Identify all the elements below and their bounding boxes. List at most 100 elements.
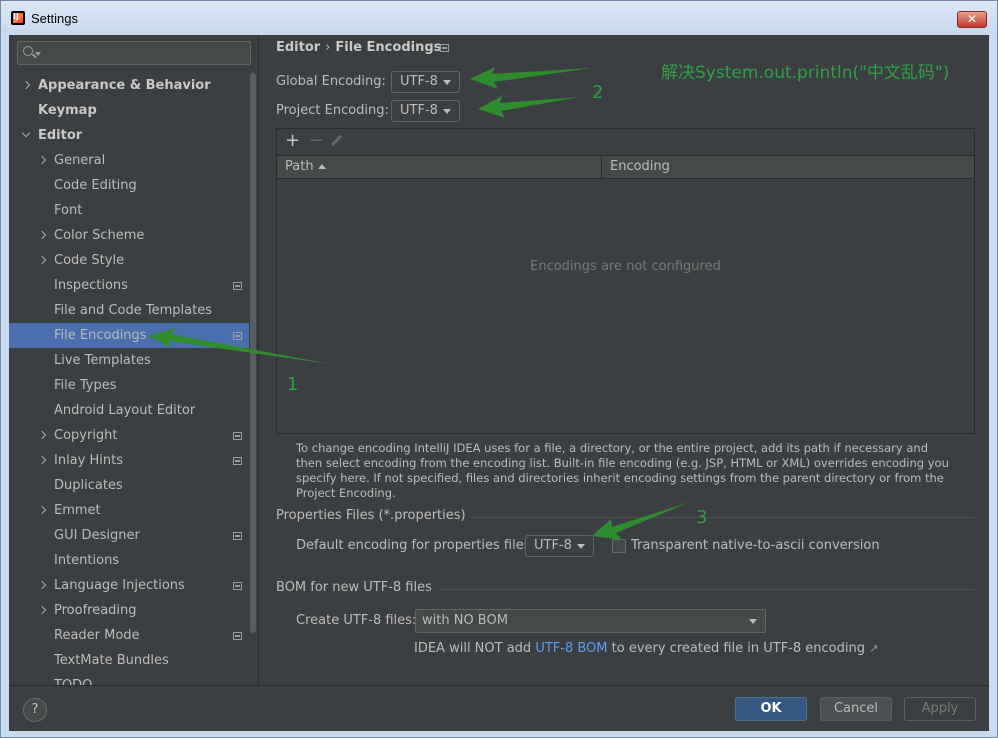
sidebar-item-label: Font — [54, 203, 83, 218]
column-header-path[interactable]: Path — [285, 156, 314, 178]
sidebar-item-general[interactable]: General — [9, 148, 249, 173]
sidebar-item-label: Keymap — [38, 103, 97, 118]
sidebar-item-intentions[interactable]: Intentions — [9, 548, 249, 573]
sidebar-item-label: Code Editing — [54, 178, 137, 193]
project-scope-icon — [233, 632, 242, 640]
sidebar-item-todo[interactable]: TODO — [9, 673, 249, 685]
sidebar-item-copyright[interactable]: Copyright — [9, 423, 249, 448]
sidebar-item-reader-mode[interactable]: Reader Mode — [9, 623, 249, 648]
sidebar-item-inlay-hints[interactable]: Inlay Hints — [9, 448, 249, 473]
project-scope-icon — [233, 282, 242, 290]
global-encoding-select[interactable]: UTF-8 — [391, 71, 460, 93]
chevron-right-icon[interactable] — [37, 155, 47, 165]
edit-pencil-icon[interactable] — [330, 134, 343, 147]
sidebar-item-label: Inlay Hints — [54, 453, 123, 468]
close-button[interactable]: ✕ — [957, 11, 987, 28]
file-encodings-panel: Editor › File Encodings Global Encoding: U… — [260, 35, 989, 685]
settings-sidebar: Appearance & Behavior Keymap Editor General… — [9, 35, 259, 685]
sidebar-item-editor[interactable]: Editor — [9, 123, 249, 148]
utf8-bom-link[interactable]: UTF-8 BOM — [535, 641, 607, 656]
chevron-right-icon[interactable] — [37, 505, 47, 515]
sidebar-item-code-editing[interactable]: Code Editing — [9, 173, 249, 198]
sidebar-item-emmet[interactable]: Emmet — [9, 498, 249, 523]
sidebar-item-font[interactable]: Font — [9, 198, 249, 223]
bom-section-header: BOM for new UTF-8 files — [276, 580, 975, 598]
chevron-down-icon — [443, 109, 451, 114]
project-scope-icon — [233, 432, 242, 440]
global-encoding-label: Global Encoding: — [276, 74, 386, 89]
window-title: Settings — [31, 11, 78, 26]
ok-button[interactable]: OK — [735, 697, 807, 721]
sidebar-item-textmate-bundles[interactable]: TextMate Bundles — [9, 648, 249, 673]
properties-encoding-value: UTF-8 — [534, 538, 572, 553]
transparent-ascii-label[interactable]: Transparent native-to-ascii conversion — [631, 538, 880, 553]
chevron-right-icon[interactable] — [37, 580, 47, 590]
sidebar-item-label: Live Templates — [54, 353, 151, 368]
sidebar-item-inspections[interactable]: Inspections — [9, 273, 249, 298]
bom-note-suffix: to every created file in UTF-8 encoding — [611, 641, 865, 656]
sidebar-item-proofreading[interactable]: Proofreading — [9, 598, 249, 623]
breadcrumb: Editor › File Encodings — [276, 40, 441, 55]
project-scope-icon — [233, 332, 242, 340]
properties-section-header: Properties Files (*.properties) — [276, 508, 975, 526]
sidebar-item-appearance-behavior[interactable]: Appearance & Behavior — [9, 73, 249, 98]
search-history-dropdown-icon[interactable] — [35, 52, 41, 56]
breadcrumb-separator: › — [325, 40, 331, 55]
cancel-button[interactable]: Cancel — [820, 697, 892, 721]
chevron-right-icon[interactable] — [37, 230, 47, 240]
sidebar-item-keymap[interactable]: Keymap — [9, 98, 249, 123]
search-input[interactable] — [17, 41, 251, 65]
annotation-heading: 解决System.out.println("中文乱码") — [661, 63, 950, 83]
sidebar-item-label: Intentions — [54, 553, 120, 568]
add-path-button[interactable]: + — [285, 130, 300, 151]
global-encoding-value: UTF-8 — [400, 74, 438, 89]
sidebar-item-label: TODO — [54, 673, 92, 685]
sidebar-item-android-layout-editor[interactable]: Android Layout Editor — [9, 398, 249, 423]
sidebar-item-label: File Types — [54, 378, 117, 393]
properties-encoding-select[interactable]: UTF-8 — [525, 535, 594, 557]
annotation-number-1: 1 — [287, 374, 299, 395]
sidebar-item-duplicates[interactable]: Duplicates — [9, 473, 249, 498]
sidebar-item-label: Duplicates — [54, 478, 123, 493]
bom-option-value: with NO BOM — [422, 613, 508, 628]
scrollbar-thumb[interactable] — [250, 73, 256, 633]
bom-note-prefix: IDEA will NOT add — [414, 641, 532, 656]
breadcrumb-parent[interactable]: Editor — [276, 40, 320, 55]
remove-path-button[interactable]: − — [309, 130, 324, 151]
sidebar-item-code-style[interactable]: Code Style — [9, 248, 249, 273]
sidebar-scrollbar[interactable] — [249, 73, 257, 673]
sidebar-item-file-types[interactable]: File Types — [9, 373, 249, 398]
sidebar-item-file-encodings[interactable]: File Encodings — [9, 323, 249, 348]
project-encoding-label: Project Encoding: — [276, 103, 389, 118]
apply-button[interactable]: Apply — [904, 697, 976, 721]
sidebar-item-file-and-code-templates[interactable]: File and Code Templates — [9, 298, 249, 323]
transparent-ascii-checkbox[interactable] — [612, 539, 626, 553]
sidebar-item-gui-designer[interactable]: GUI Designer — [9, 523, 249, 548]
project-encoding-select[interactable]: UTF-8 — [391, 100, 460, 122]
chevron-right-icon[interactable] — [37, 430, 47, 440]
bom-section-title: BOM for new UTF-8 files — [276, 580, 438, 595]
properties-default-label: Default encoding for properties files: — [296, 538, 535, 553]
chevron-right-icon[interactable] — [37, 455, 47, 465]
chevron-right-icon[interactable] — [21, 80, 31, 90]
annotation-number-2: 2 — [592, 82, 604, 103]
external-link-icon: ↗ — [869, 642, 879, 655]
bom-option-select[interactable]: with NO BOM — [415, 609, 766, 633]
sidebar-item-live-templates[interactable]: Live Templates — [9, 348, 249, 373]
encodings-table: + − Path Encoding Encodings are not conf… — [276, 128, 975, 434]
sidebar-item-label: Editor — [38, 128, 83, 143]
chevron-down-icon[interactable] — [21, 128, 31, 138]
column-divider[interactable] — [601, 156, 602, 178]
sidebar-item-label: File and Code Templates — [54, 303, 212, 318]
help-button[interactable]: ? — [23, 698, 47, 722]
sidebar-item-color-scheme[interactable]: Color Scheme — [9, 223, 249, 248]
sidebar-item-language-injections[interactable]: Language Injections — [9, 573, 249, 598]
sidebar-item-label: GUI Designer — [54, 528, 140, 543]
chevron-right-icon[interactable] — [37, 255, 47, 265]
column-header-encoding[interactable]: Encoding — [610, 156, 670, 178]
sidebar-item-label: Proofreading — [54, 603, 137, 618]
sidebar-item-label: Code Style — [54, 253, 125, 268]
annotation-number-3: 3 — [696, 507, 708, 528]
sidebar-item-label: Copyright — [54, 428, 118, 443]
chevron-right-icon[interactable] — [37, 605, 47, 615]
